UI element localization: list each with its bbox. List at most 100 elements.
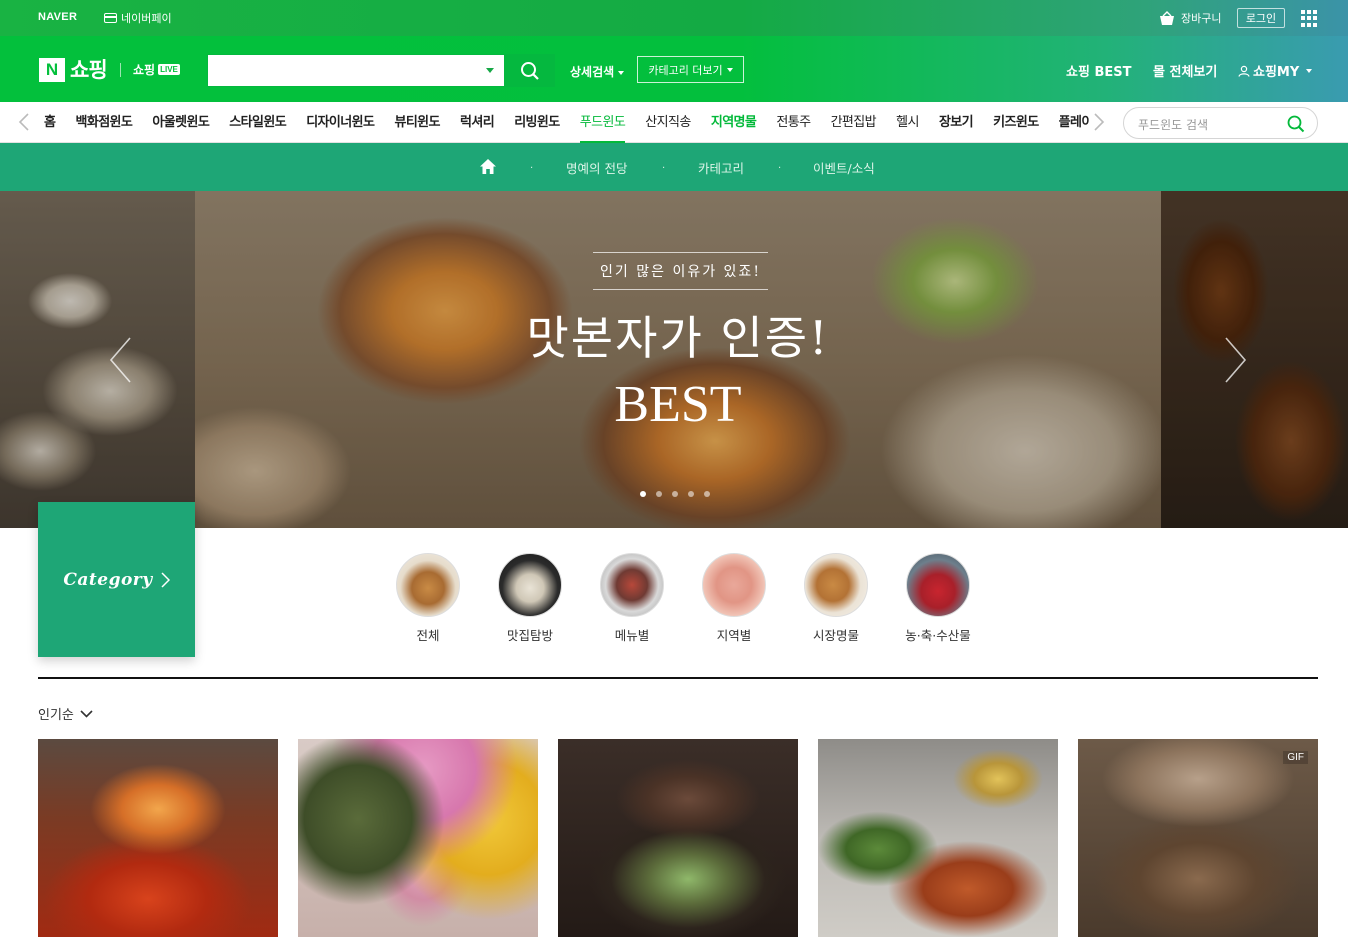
prev-slide-preview[interactable]	[0, 191, 195, 528]
window-category-nav: 홈 백화점윈도 아울렛윈도 스타일윈도 디자이너윈도 뷰티윈도 럭셔리 리빙윈도…	[0, 102, 1348, 143]
banner-next-arrow-icon[interactable]	[1222, 335, 1248, 385]
header: N 쇼핑 쇼핑 LIVE 상세검색 카테고리 더보기 쇼핑 BEST 몰 전체보…	[0, 36, 1348, 102]
category-label: 시장명물	[812, 628, 859, 643]
nav-item-home[interactable]: 홈	[44, 102, 56, 143]
nav-item-department[interactable]: 백화점윈도	[75, 102, 132, 143]
pagination-dot[interactable]	[688, 491, 694, 497]
banner-subtitle: 인기 많은 이유가 있죠!	[593, 252, 768, 290]
sub-nav-hall-of-fame[interactable]: 명예의 전당	[566, 158, 627, 177]
category-market[interactable]: 시장명물	[791, 553, 881, 644]
banner-prev-arrow-icon[interactable]	[108, 335, 134, 385]
category-all-thumbnail	[396, 553, 460, 617]
nav-item-living[interactable]: 리빙윈도	[514, 102, 560, 143]
product-card-2[interactable]	[298, 739, 538, 937]
nav-item-play[interactable]: 플레이윈도	[1059, 102, 1090, 143]
naverpay-label: 네이버페이	[121, 12, 172, 25]
sub-nav-category[interactable]: 카테고리	[698, 158, 744, 177]
mall-all-link[interactable]: 몰 전체보기	[1153, 61, 1217, 80]
chevron-down-icon	[726, 67, 733, 72]
banner-title-best: BEST	[614, 376, 742, 433]
nav-item-outlet[interactable]: 아울렛윈도	[152, 102, 209, 143]
category-region[interactable]: 지역별	[689, 553, 779, 644]
food-sub-nav: · 명예의 전당 · 카테고리 · 이벤트/소식	[0, 143, 1348, 191]
nav-item-healthy[interactable]: 헬시	[896, 102, 919, 143]
home-icon[interactable]	[479, 158, 497, 175]
basket-icon	[1160, 10, 1174, 25]
category-more-label: 카테고리 더보기	[648, 63, 723, 77]
category-agri-livestock-seafood[interactable]: 농·축·수산물	[893, 553, 983, 644]
category-all[interactable]: 전체	[383, 553, 473, 644]
pagination-dot[interactable]	[640, 491, 646, 497]
nav-item-local-specialty[interactable]: 지역명물	[711, 102, 757, 143]
detail-search-label: 상세검색	[570, 65, 615, 79]
category-tile-label: Category	[63, 569, 153, 590]
pagination-dot[interactable]	[656, 491, 662, 497]
nav-item-designer[interactable]: 디자이너윈도	[306, 102, 375, 143]
category-label: 맛집탐방	[506, 628, 553, 643]
nav-item-style[interactable]: 스타일윈도	[229, 102, 286, 143]
search-dropdown-icon[interactable]	[486, 68, 494, 73]
nav-item-food[interactable]: 푸드윈도	[579, 104, 626, 143]
sort-dropdown[interactable]: 인기순	[38, 704, 93, 723]
live-badge: LIVE	[158, 64, 180, 75]
shopping-best-link[interactable]: 쇼핑 BEST	[1066, 61, 1131, 80]
nav-item-grocery[interactable]: 장보기	[939, 102, 974, 143]
category-more-button[interactable]: 카테고리 더보기	[637, 56, 744, 83]
sort-label: 인기순	[38, 708, 74, 723]
product-card-4[interactable]	[818, 739, 1058, 937]
category-tile-button[interactable]: Category	[38, 502, 195, 657]
category-label: 전체	[416, 628, 440, 643]
nav-item-farm-direct[interactable]: 산지직송	[645, 102, 691, 143]
chevron-down-icon	[1306, 68, 1313, 73]
separator-dot: ·	[530, 163, 534, 174]
detail-search-button[interactable]: 상세검색	[570, 63, 625, 80]
product-card-1[interactable]	[38, 739, 278, 937]
category-market-thumbnail	[804, 553, 868, 617]
card-icon	[104, 13, 117, 23]
nav-item-easy-meal[interactable]: 간편집밥	[831, 102, 877, 143]
chevron-down-icon	[80, 709, 93, 718]
category-region-thumbnail	[702, 553, 766, 617]
search-input[interactable]	[207, 54, 505, 87]
search-icon[interactable]	[1287, 115, 1305, 133]
pagination-dot[interactable]	[704, 491, 710, 497]
chevron-right-icon[interactable]	[1093, 112, 1105, 132]
pagination-dot[interactable]	[672, 491, 678, 497]
search-icon	[521, 61, 539, 80]
shopping-logo[interactable]: 쇼핑	[70, 54, 108, 84]
nav-item-luxury[interactable]: 럭셔리	[460, 102, 495, 143]
apps-grid-icon[interactable]	[1301, 10, 1318, 27]
hero-banner-carousel[interactable]: 인기 많은 이유가 있죠! 맛본자가 인증! BEST	[0, 191, 1348, 528]
shopping-my-menu[interactable]: 쇼핑MY	[1238, 61, 1313, 80]
product-card-5[interactable]: GIF	[1078, 739, 1318, 937]
top-utility-bar: NAVER 네이버페이 장바구니 로그인	[0, 0, 1348, 36]
naverpay-link[interactable]: 네이버페이	[104, 10, 172, 26]
category-label: 농·축·수산물	[905, 628, 971, 643]
naver-logo[interactable]: NAVER	[38, 11, 77, 23]
shopping-live-link[interactable]: 쇼핑 LIVE	[133, 61, 180, 78]
next-slide-preview[interactable]	[1161, 191, 1348, 528]
category-label: 지역별	[716, 628, 752, 643]
user-icon	[1238, 65, 1250, 77]
product-card-3[interactable]	[558, 739, 798, 937]
search-button[interactable]	[505, 54, 555, 87]
nav-list: 홈 백화점윈도 아울렛윈도 스타일윈도 디자이너윈도 뷰티윈도 럭셔리 리빙윈도…	[44, 102, 1090, 143]
cart-link[interactable]: 장바구니	[1158, 10, 1221, 26]
naver-n-logo[interactable]: N	[39, 58, 65, 82]
banner-title: 맛본자가 인증!	[526, 311, 830, 365]
food-window-search-placeholder: 푸드윈도 검색	[1138, 118, 1209, 132]
nav-item-beauty[interactable]: 뷰티윈도	[394, 102, 440, 143]
nav-item-kids[interactable]: 키즈윈도	[993, 102, 1039, 143]
login-button[interactable]: 로그인	[1237, 8, 1285, 28]
category-menu[interactable]: 메뉴별	[587, 553, 677, 644]
section-divider	[38, 677, 1318, 679]
separator-dot: ·	[778, 163, 782, 174]
food-window-search-input[interactable]: 푸드윈도 검색	[1123, 107, 1318, 139]
sub-nav-events[interactable]: 이벤트/소식	[813, 158, 875, 177]
nav-item-traditional-liquor[interactable]: 전통주	[776, 102, 811, 143]
shopping-live-label: 쇼핑	[133, 63, 156, 77]
category-label: 메뉴별	[614, 628, 650, 643]
category-restaurant[interactable]: 맛집탐방	[485, 553, 575, 644]
chevron-left-icon[interactable]	[18, 112, 30, 132]
separator-dot: ·	[662, 163, 666, 174]
